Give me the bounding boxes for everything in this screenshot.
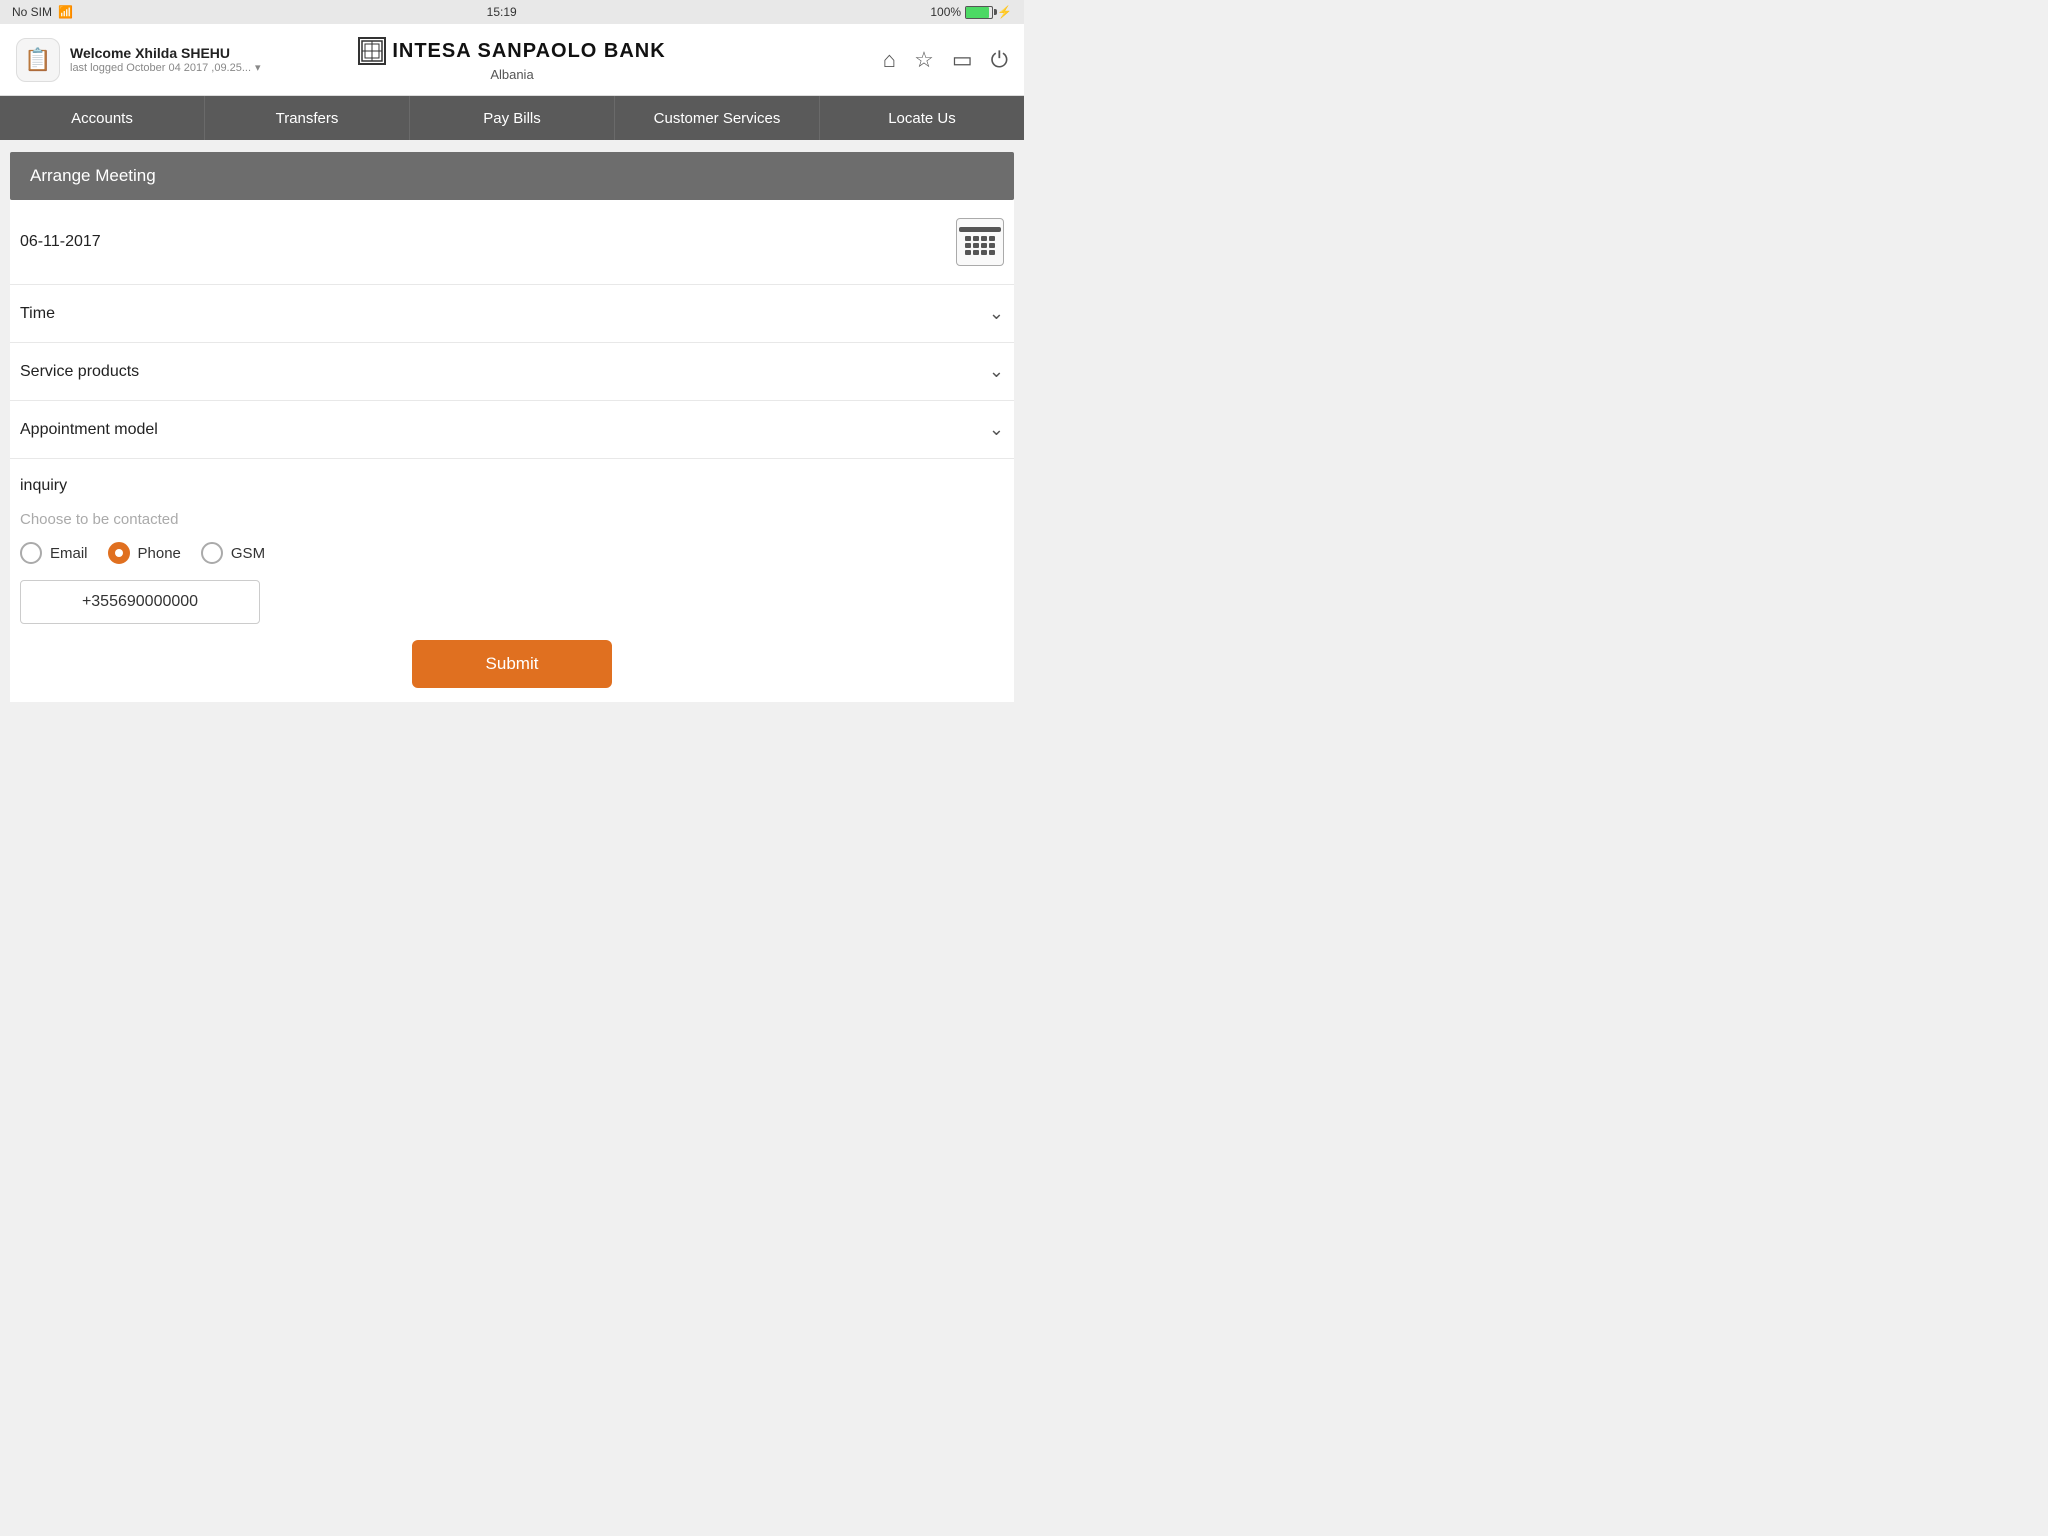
date-label: 06-11-2017 (20, 233, 956, 251)
header-left: 📋 Welcome Xhilda SHEHU last logged Octob… (16, 38, 347, 82)
appointment-model-label: Appointment model (20, 421, 989, 439)
last-logged: last logged October 04 2017 ,09.25... ▾ (70, 61, 261, 74)
nav-label-accounts: Accounts (71, 110, 133, 127)
cal-dots (963, 234, 997, 257)
cal-dot (965, 236, 971, 241)
cal-dot (973, 250, 979, 255)
bank-logo: INTESA SANPAOLO BANK (358, 37, 665, 65)
form-card: 06-11-2017 (10, 200, 1014, 702)
service-products-row[interactable]: Service products ⌄ (10, 343, 1014, 401)
service-products-label: Service products (20, 363, 989, 381)
section-header: Arrange Meeting (10, 152, 1014, 200)
bank-name: INTESA SANPAOLO BANK (392, 40, 665, 63)
nav-label-customer-services: Customer Services (654, 110, 781, 127)
status-right: 100% ⚡ (930, 5, 1012, 19)
battery-fill (966, 7, 989, 18)
app-icon-symbol: 📋 (24, 47, 51, 73)
cal-dot (981, 236, 987, 241)
browser-icon[interactable]: ▭ (952, 47, 973, 73)
welcome-text: Welcome Xhilda SHEHU (70, 45, 261, 61)
user-info: Welcome Xhilda SHEHU last logged October… (70, 45, 261, 74)
appointment-model-control: ⌄ (989, 419, 1004, 440)
nav-label-transfers: Transfers (276, 110, 339, 127)
email-radio[interactable] (20, 542, 42, 564)
home-icon[interactable]: ⌂ (883, 47, 896, 73)
phone-option[interactable]: Phone (108, 542, 181, 564)
nav-item-transfers[interactable]: Transfers (205, 96, 410, 140)
cal-dot (981, 243, 987, 248)
service-products-control: ⌄ (989, 361, 1004, 382)
cal-dot (989, 236, 995, 241)
status-bar: No SIM 📶 15:19 100% ⚡ (0, 0, 1024, 24)
cal-dot (981, 250, 987, 255)
header-right: ⌂ ☆ ▭ ⏻ (677, 47, 1008, 73)
cal-dot (989, 250, 995, 255)
app-icon: 📋 (16, 38, 60, 82)
submit-button[interactable]: Submit (412, 640, 612, 688)
nav-label-locate-us: Locate Us (888, 110, 956, 127)
nav-item-accounts[interactable]: Accounts (0, 96, 205, 140)
phone-radio[interactable] (108, 542, 130, 564)
chevron-down-icon: ⌄ (989, 419, 1004, 440)
gsm-radio[interactable] (201, 542, 223, 564)
cal-top-bar (959, 227, 1000, 232)
email-label: Email (50, 545, 88, 562)
cal-dot (965, 250, 971, 255)
gsm-label: GSM (231, 545, 265, 562)
dropdown-icon[interactable]: ▾ (255, 61, 261, 74)
appointment-model-row[interactable]: Appointment model ⌄ (10, 401, 1014, 459)
bank-subtitle: Albania (490, 67, 533, 82)
nav-item-pay-bills[interactable]: Pay Bills (410, 96, 615, 140)
bank-emblem (358, 37, 386, 65)
nav-label-pay-bills: Pay Bills (483, 110, 541, 127)
section-title: Arrange Meeting (30, 166, 156, 185)
inquiry-label: inquiry (10, 459, 1014, 503)
cal-dot (965, 243, 971, 248)
chevron-down-icon: ⌄ (989, 361, 1004, 382)
nav-item-customer-services[interactable]: Customer Services (615, 96, 820, 140)
last-logged-text: last logged October 04 2017 ,09.25... (70, 62, 251, 74)
battery-pct: 100% (930, 5, 961, 19)
main-content: Arrange Meeting 06-11-2017 (0, 140, 1024, 768)
contact-radio-group: Email Phone GSM (20, 542, 1004, 564)
cal-dot (973, 243, 979, 248)
star-icon[interactable]: ☆ (914, 47, 934, 73)
status-left: No SIM 📶 (12, 5, 73, 19)
navigation-bar: Accounts Transfers Pay Bills Customer Se… (0, 96, 1024, 140)
battery-bar (965, 6, 993, 19)
cal-dot (989, 243, 995, 248)
date-row: 06-11-2017 (10, 200, 1014, 285)
contact-title: Choose to be contacted (20, 511, 1004, 528)
chevron-down-icon: ⌄ (989, 303, 1004, 324)
time-control: ⌄ (989, 303, 1004, 324)
date-control (956, 218, 1004, 266)
time-label: Time (20, 305, 989, 323)
cal-dot (973, 236, 979, 241)
nav-item-locate-us[interactable]: Locate Us (820, 96, 1024, 140)
email-option[interactable]: Email (20, 542, 88, 564)
gsm-option[interactable]: GSM (201, 542, 265, 564)
phone-label: Phone (138, 545, 181, 562)
power-icon[interactable]: ⏻ (991, 47, 1008, 73)
header-center: INTESA SANPAOLO BANK Albania (347, 37, 678, 82)
time-row[interactable]: Time ⌄ (10, 285, 1014, 343)
network-label: No SIM (12, 5, 52, 19)
app-header: 📋 Welcome Xhilda SHEHU last logged Octob… (0, 24, 1024, 96)
charging-icon: ⚡ (997, 5, 1012, 19)
phone-input[interactable] (20, 580, 260, 624)
wifi-icon: 📶 (58, 5, 73, 19)
calendar-icon[interactable] (956, 218, 1004, 266)
status-time: 15:19 (487, 5, 517, 19)
contact-section: Choose to be contacted Email Phone GSM (10, 503, 1014, 702)
